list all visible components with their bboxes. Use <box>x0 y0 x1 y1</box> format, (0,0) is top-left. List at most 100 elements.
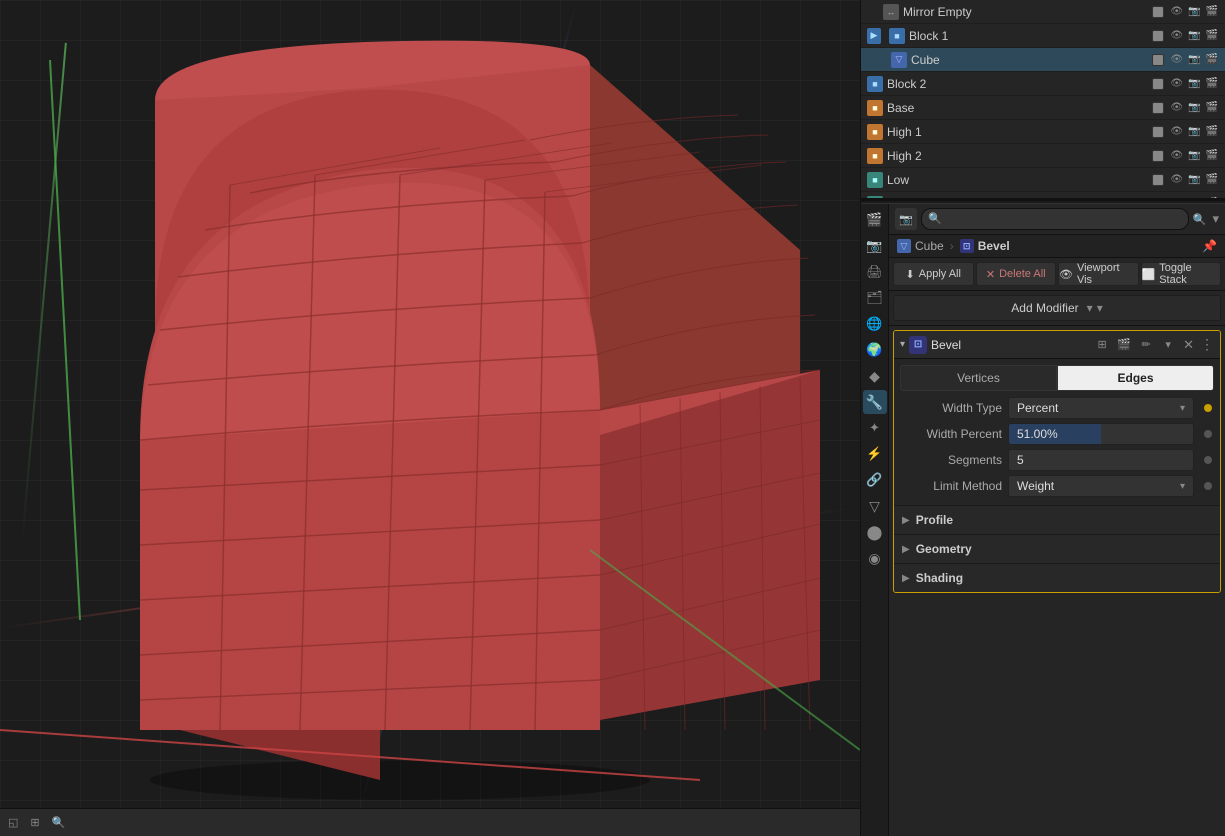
bevel-editmode-icon[interactable]: ✏ <box>1137 336 1155 354</box>
outliner-item-high2[interactable]: ■ High 2 👁 📷 🎬 <box>861 144 1225 168</box>
toggle-stack-button[interactable]: ⬜ Toggle Stack <box>1141 262 1222 286</box>
particles-icon[interactable]: ✦ <box>863 416 887 440</box>
profile-collapse-header[interactable]: ▶ Profile <box>894 506 1220 534</box>
profile-section: ▶ Profile <box>894 505 1220 534</box>
cube-actions: 👁 📷 🎬 <box>1152 54 1219 66</box>
data-icon[interactable]: ▽ <box>863 494 887 518</box>
bevel-vertices-tab[interactable]: Vertices <box>900 365 1057 391</box>
bevel-modifier-header: ▾ ⊡ Bevel ⊞ 🎬 ✏ ▾ ✕ ⋮ <box>894 331 1220 359</box>
output-prop-icon[interactable]: 🖨 <box>863 260 887 284</box>
bevel-options-icon[interactable]: ▾ <box>1159 336 1177 354</box>
block2-render-icon[interactable]: 🎬 <box>1205 78 1219 89</box>
outliner-item-block1[interactable]: ▶ ■ Block 1 👁 📷 🎬 <box>861 24 1225 48</box>
render-prop-icon[interactable]: 📷 <box>863 234 887 258</box>
outliner-item-base[interactable]: ■ Base 👁 📷 🎬 <box>861 96 1225 120</box>
viewport-bottom-toolbar: ◱ ⊞ 🔍 <box>0 808 860 836</box>
limit-method-value[interactable]: Weight ▾ <box>1008 475 1194 497</box>
render-icon[interactable]: 🎬 <box>1205 6 1219 17</box>
scene2-icon[interactable]: 🌐 <box>863 312 887 336</box>
breadcrumb-bevel[interactable]: ⊡ Bevel <box>960 239 1010 253</box>
breadcrumb-separator: › <box>950 239 954 253</box>
mirror-empty-icon: ↔ <box>883 4 899 20</box>
viewport-vis-button[interactable]: 👁 Viewport Vis <box>1058 262 1139 286</box>
eye-icon[interactable]: 👁 <box>1169 6 1184 17</box>
outliner-item-high1[interactable]: ■ High 1 👁 📷 🎬 <box>861 120 1225 144</box>
cube-eye-icon[interactable]: 👁 <box>1169 54 1184 65</box>
visibility-checkbox[interactable] <box>1152 6 1164 18</box>
prop-dropdown-icon[interactable]: ▾ <box>1212 211 1219 227</box>
viewport-mode-icon[interactable]: ⊞ <box>30 816 39 829</box>
bevel-edges-tab[interactable]: Edges <box>1057 365 1214 391</box>
block1-vis-checkbox[interactable] <box>1152 30 1164 42</box>
modifier-prop-icon[interactable]: 🔧 <box>863 390 887 414</box>
bevel-type-icon: ⊡ <box>909 336 927 354</box>
block1-icon: ■ <box>889 28 905 44</box>
width-type-value[interactable]: Percent ▾ <box>1008 397 1194 419</box>
block1-eye-icon[interactable]: 👁 <box>1169 30 1184 41</box>
limit-method-label: Limit Method <box>902 479 1002 493</box>
outliner-item-final[interactable]: ■ Final 👁 📷 🎬 <box>861 192 1225 200</box>
search-icon[interactable]: 🔍 <box>1193 213 1207 226</box>
block2-eye-icon[interactable]: 👁 <box>1169 78 1184 89</box>
shader-icon[interactable]: ◉ <box>863 546 887 570</box>
shading-collapse-header[interactable]: ▶ Shading <box>894 564 1220 592</box>
property-search-input[interactable] <box>921 208 1189 230</box>
cube-mesh-icon: ▽ <box>891 52 907 68</box>
base-eye-icon[interactable]: 👁 <box>1169 102 1184 113</box>
view-layer-icon[interactable]: 🗂 <box>863 286 887 310</box>
bevel-more-button[interactable]: ⋮ <box>1200 336 1214 353</box>
cube-render-icon[interactable]: 🎬 <box>1205 54 1219 65</box>
block2-actions: 👁 📷 🎬 <box>1152 78 1219 90</box>
pin-icon[interactable]: 📌 <box>1202 239 1217 253</box>
shading-label: Shading <box>916 571 963 585</box>
segments-keyframe-dot[interactable] <box>1204 456 1212 464</box>
width-percent-value[interactable]: 51.00% <box>1008 423 1194 445</box>
viewport-layout-icon[interactable]: ◱ <box>8 816 18 829</box>
edges-tab-label: Edges <box>1117 371 1153 385</box>
prop-header-icon[interactable]: 📷 <box>895 208 917 230</box>
block1-expand-icon: ▶ <box>867 28 881 44</box>
delete-all-button[interactable]: ✕ Delete All <box>976 262 1057 286</box>
base-label: Base <box>887 101 1152 115</box>
breadcrumb-cube[interactable]: ▽ Cube <box>897 239 944 253</box>
block1-render-icon[interactable]: 🎬 <box>1205 30 1219 41</box>
bevel-expand-icon[interactable]: ▾ <box>900 339 905 350</box>
block2-cam-icon[interactable]: 📷 <box>1187 78 1201 89</box>
segments-value[interactable]: 5 <box>1008 449 1194 471</box>
geometry-collapse-header[interactable]: ▶ Geometry <box>894 535 1220 563</box>
cube-vis-checkbox[interactable] <box>1152 54 1164 66</box>
camera-header-icon: 📷 <box>899 213 913 226</box>
material-icon[interactable]: ⬤ <box>863 520 887 544</box>
bevel-realtime-icon[interactable]: ⊞ <box>1093 336 1111 354</box>
constraints-icon[interactable]: 🔗 <box>863 468 887 492</box>
cube-breadcrumb-icon: ▽ <box>897 239 911 253</box>
add-modifier-button[interactable]: Add Modifier ▾ <box>893 295 1221 321</box>
shading-section: ▶ Shading <box>894 563 1220 592</box>
cube-cam-icon[interactable]: 📷 <box>1187 54 1201 65</box>
camera-icon[interactable]: 📷 <box>1187 6 1201 17</box>
physics-icon[interactable]: ⚡ <box>863 442 887 466</box>
outliner-item-block2[interactable]: ■ Block 2 👁 📷 🎬 <box>861 72 1225 96</box>
bevel-close-button[interactable]: ✕ <box>1181 337 1196 353</box>
width-type-keyframe-dot[interactable] <box>1204 404 1212 412</box>
geometry-section: ▶ Geometry <box>894 534 1220 563</box>
outliner-item-low[interactable]: ■ Low 👁 📷 🎬 <box>861 168 1225 192</box>
viewport-zoom-icon[interactable]: 🔍 <box>52 816 66 829</box>
outliner-item-cube[interactable]: ▽ Cube 👁 📷 🎬 <box>861 48 1225 72</box>
high2-label: High 2 <box>887 149 1152 163</box>
width-percent-keyframe-dot[interactable] <box>1204 430 1212 438</box>
limit-method-keyframe-dot[interactable] <box>1204 482 1212 490</box>
apply-all-label: Apply All <box>919 268 961 280</box>
scene-prop-icon[interactable]: 🎬 <box>863 208 887 232</box>
block2-vis-checkbox[interactable] <box>1152 78 1164 90</box>
base-cam-icon[interactable]: 📷 <box>1187 102 1201 113</box>
base-render-icon[interactable]: 🎬 <box>1205 102 1219 113</box>
block1-cam-icon[interactable]: 📷 <box>1187 30 1201 41</box>
high1-label: High 1 <box>887 125 1152 139</box>
outliner-item-mirror-empty[interactable]: ↔ Mirror Empty 👁 📷 🎬 <box>861 0 1225 24</box>
world-icon[interactable]: 🌍 <box>863 338 887 362</box>
apply-all-button[interactable]: ⬇ Apply All <box>893 262 974 286</box>
bevel-render-icon[interactable]: 🎬 <box>1115 336 1133 354</box>
object-prop-icon[interactable]: ◆ <box>863 364 887 388</box>
3d-viewport[interactable]: ◱ ⊞ 🔍 <box>0 0 860 836</box>
